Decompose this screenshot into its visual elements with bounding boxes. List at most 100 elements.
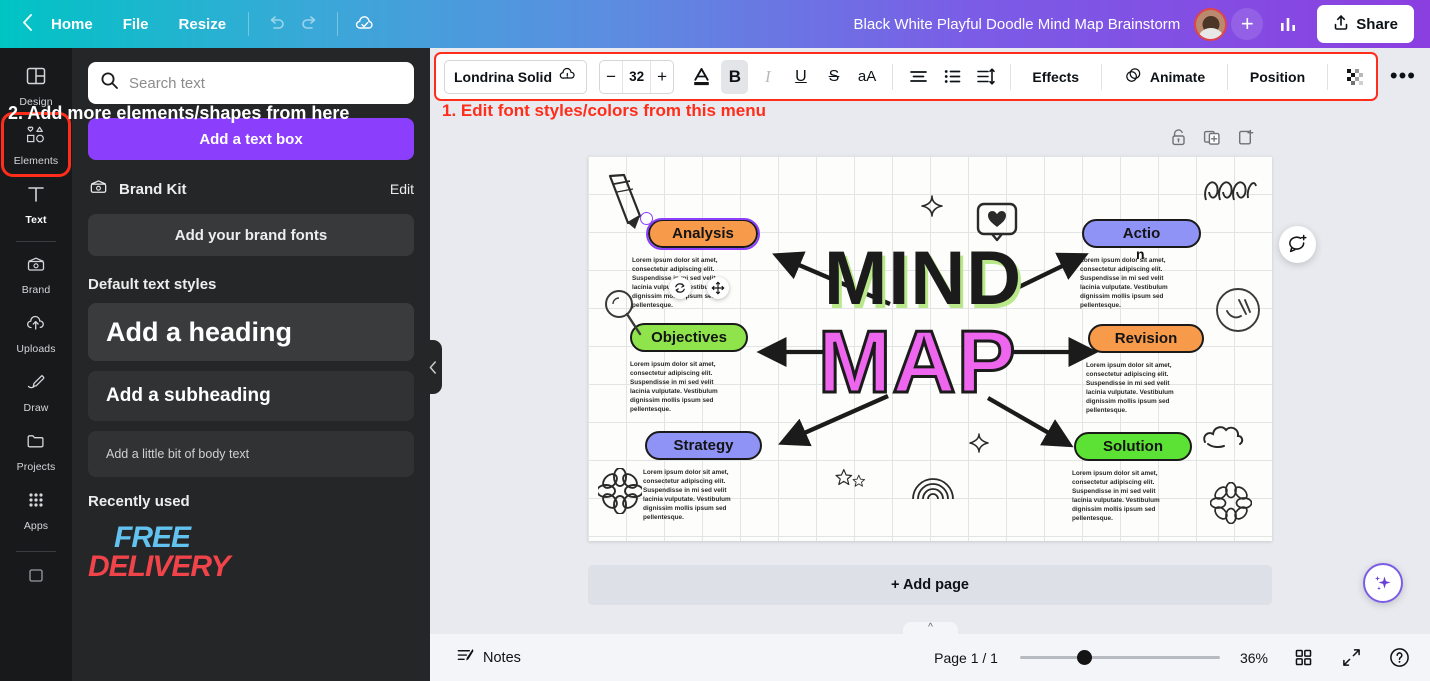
sidebar-label-apps: Apps [23,520,49,532]
notes-button[interactable]: Notes [448,640,529,675]
position-button[interactable]: Position [1239,60,1316,94]
rainbow-doodle-icon [912,478,954,500]
nav-resize[interactable]: Resize [167,10,239,39]
brand-wallet-icon [25,253,47,280]
toolbar-divider-4 [1009,63,1011,90]
add-collaborator-button[interactable]: + [1231,8,1264,40]
sidebar-item-uploads[interactable]: Uploads [4,303,68,362]
align-center-icon[interactable] [905,60,932,94]
canvas-title-mind[interactable]: MIND [824,240,1022,316]
more-dots-icon[interactable]: ••• [1390,63,1416,89]
sidebar-item-projects[interactable]: Projects [4,421,68,480]
font-family-select[interactable]: Londrina Solid [444,59,587,94]
flower-doodle-icon [598,468,642,514]
style-add-body-text[interactable]: Add a little bit of body text [88,431,414,477]
font-size-increase[interactable]: + [651,61,673,93]
sidebar-label-brand: Brand [21,284,51,296]
toolbar-divider-2 [337,12,339,36]
effects-button[interactable]: Effects [1021,60,1090,94]
nav-file[interactable]: File [111,10,161,39]
move-handle-icon[interactable] [707,277,729,299]
sidebar-label-text: Text [25,214,47,226]
annotation-white-note: 2. Add more elements/shapes from here [8,103,350,123]
zoom-slider-thumb[interactable] [1076,650,1092,665]
avatar[interactable] [1194,7,1228,41]
transparency-checker-icon[interactable] [1341,60,1368,94]
underline-button[interactable]: U [787,60,814,94]
animate-circle-icon [1124,66,1143,88]
panel-collapse-handle[interactable] [424,340,442,394]
search-input[interactable] [129,74,402,92]
recent-item-thumbnail[interactable]: FREE DELIVERY [88,523,231,581]
sidebar-item-text[interactable]: Text [4,174,68,233]
shapes-icon [24,124,48,151]
add-page-button[interactable]: + Add page [588,565,1272,605]
strikethrough-button[interactable]: S [820,60,847,94]
duplicate-page-icon[interactable] [1203,128,1221,152]
bar-chart-icon[interactable] [1271,7,1305,41]
brand-kit-edit-link[interactable]: Edit [390,181,414,197]
undo-icon[interactable] [259,7,293,41]
pen-draw-icon [25,371,47,398]
style-add-subheading[interactable]: Add a subheading [88,371,414,421]
bold-button[interactable]: B [721,59,749,94]
font-family-value: Londrina Solid [454,68,552,85]
back-chevron-icon[interactable] [22,13,33,35]
rotate-handle-icon[interactable] [669,277,691,299]
toolbar-divider-3 [891,63,893,90]
font-size-stepper[interactable]: − 32 + [599,59,675,94]
text-color-A-icon[interactable] [688,60,715,94]
lock-icon[interactable] [1170,128,1187,152]
search-icon [100,71,119,95]
sidebar-item-brand[interactable]: Brand [4,244,68,303]
cloud-check-icon[interactable] [348,7,382,41]
zoom-slider[interactable] [1019,648,1220,668]
add-text-box-button[interactable]: Add a text box [88,118,414,160]
cloud-wing-doodle-icon [1203,426,1244,449]
text-case-button[interactable]: aA [854,60,881,94]
share-label: Share [1356,15,1398,33]
font-size-decrease[interactable]: − [600,61,622,93]
document-title[interactable]: Black White Playful Doodle Mind Map Brai… [854,16,1195,33]
canvas-title-map[interactable]: MAP [817,316,1018,407]
brand-kit-row: Brand Kit Edit [88,176,414,202]
design-layout-icon [25,65,47,92]
redo-icon[interactable] [293,7,327,41]
search-box[interactable] [88,62,414,104]
add-brand-fonts-button[interactable]: Add your brand fonts [88,214,414,256]
toolbar-divider-5 [1101,63,1102,90]
italic-label: I [765,66,771,86]
italic-button[interactable]: I [754,60,781,94]
magic-sparkle-icon[interactable] [1363,563,1403,603]
grid-apps-icon [25,489,47,516]
flower-doodle-icon-2 [1210,482,1252,524]
add-page-icon[interactable] [1237,128,1254,152]
animate-button[interactable]: Animate [1113,60,1216,94]
grid-view-icon[interactable] [1290,645,1316,671]
style-subheading-label: Add a subheading [106,385,271,406]
text-t-icon [25,183,47,210]
sidebar-item-draw[interactable]: Draw [4,362,68,421]
help-circle-icon[interactable] [1386,645,1412,671]
bullet-list-icon[interactable] [938,60,965,94]
case-label: aA [857,68,877,85]
share-button[interactable]: Share [1317,5,1414,43]
text-panel: Add a text box Brand Kit Edit Add your b… [72,48,430,681]
spiral-doodle-icon [1204,181,1257,201]
sidebar-label-uploads: Uploads [16,343,56,355]
cloud-alert-icon[interactable] [558,65,577,89]
selection-handle-top-left[interactable] [640,212,653,225]
sidebar-item-more[interactable] [4,558,68,597]
font-size-value[interactable]: 32 [622,60,652,93]
comment-add-icon[interactable] [1279,226,1316,263]
zoom-level-value[interactable]: 36% [1240,650,1268,666]
line-spacing-icon[interactable] [972,60,999,94]
annotation-red-note: 1. Edit font styles/colors from this men… [442,101,766,120]
fullscreen-icon[interactable] [1338,645,1364,671]
sidebar-label-draw: Draw [23,402,49,414]
style-body-label: Add a little bit of body text [106,447,250,461]
nav-home[interactable]: Home [39,10,105,39]
sidebar-item-apps[interactable]: Apps [4,480,68,539]
sparkle-doodle-icon-2 [969,433,989,453]
style-add-heading[interactable]: Add a heading [88,303,414,361]
